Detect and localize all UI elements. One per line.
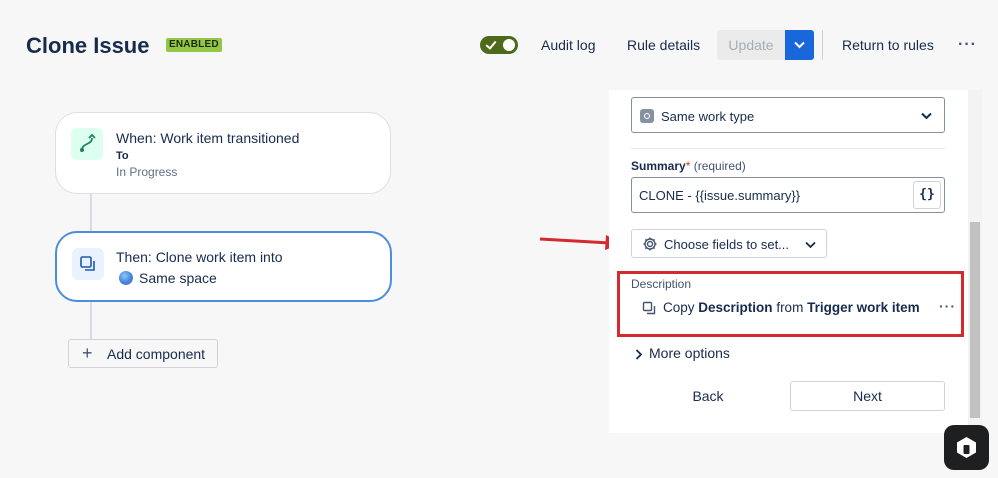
flow-connector bbox=[90, 301, 92, 340]
work-type-select[interactable]: Same work type bbox=[631, 97, 945, 133]
chevron-right-icon bbox=[635, 349, 643, 360]
back-button[interactable]: Back bbox=[669, 381, 747, 411]
chevron-down-icon bbox=[794, 41, 805, 49]
gear-icon bbox=[643, 237, 657, 251]
trigger-card[interactable]: When: Work item transitioned To In Progr… bbox=[55, 112, 391, 194]
summary-label: Summary* (required) bbox=[631, 159, 746, 173]
section-divider bbox=[631, 148, 945, 149]
choose-fields-label: Choose fields to set... bbox=[664, 237, 790, 252]
component-config-panel: Same work type Summary* (required) CLONE… bbox=[609, 90, 968, 433]
clone-icon bbox=[72, 248, 104, 280]
trigger-title: When: Work item transitioned bbox=[116, 130, 300, 146]
copy-icon bbox=[642, 301, 656, 315]
assistant-logo-icon bbox=[957, 437, 976, 458]
more-actions-icon[interactable]: ··· bbox=[958, 36, 977, 54]
toggle-knob bbox=[503, 39, 515, 51]
work-type-icon bbox=[640, 109, 654, 123]
summary-field[interactable]: CLONE - {{issue.summary}} {} bbox=[631, 177, 945, 213]
trigger-status-value: In Progress bbox=[116, 165, 178, 179]
return-to-rules-button[interactable]: Return to rules bbox=[842, 37, 934, 53]
next-button[interactable]: Next bbox=[790, 381, 945, 411]
trigger-to-label: To bbox=[116, 150, 129, 162]
action-title: Then: Clone work item into bbox=[116, 249, 283, 265]
work-type-value: Same work type bbox=[661, 109, 755, 124]
update-dropdown-button[interactable] bbox=[785, 30, 814, 60]
smart-value-button[interactable]: {} bbox=[913, 181, 941, 209]
add-component-button[interactable]: + Add component bbox=[68, 339, 218, 368]
more-options-label: More options bbox=[649, 345, 730, 361]
header-divider bbox=[822, 30, 823, 60]
description-copy-rule[interactable]: Copy Description from Trigger work item bbox=[663, 300, 920, 315]
rule-details-button[interactable]: Rule details bbox=[627, 37, 700, 53]
chevron-down-icon bbox=[921, 112, 932, 120]
description-more-icon[interactable]: ··· bbox=[939, 298, 956, 314]
page-title: Clone Issue bbox=[26, 33, 150, 58]
help-assistant-button[interactable] bbox=[944, 425, 989, 470]
description-label: Description bbox=[631, 277, 692, 291]
chevron-down-icon bbox=[805, 241, 816, 249]
action-target: Same space bbox=[139, 270, 217, 286]
audit-log-button[interactable]: Audit log bbox=[541, 37, 595, 53]
summary-value: CLONE - {{issue.summary}} bbox=[639, 188, 801, 203]
clone-action-card[interactable]: Then: Clone work item into Same space bbox=[55, 231, 392, 302]
status-badge: ENABLED bbox=[166, 38, 222, 52]
update-button[interactable]: Update bbox=[717, 30, 785, 60]
choose-fields-button[interactable]: Choose fields to set... bbox=[631, 229, 827, 258]
space-icon bbox=[119, 271, 133, 285]
add-component-label: Add component bbox=[107, 346, 206, 362]
transition-icon bbox=[71, 128, 103, 160]
enable-toggle[interactable] bbox=[480, 36, 518, 54]
plus-icon: + bbox=[82, 343, 93, 363]
flow-connector bbox=[90, 193, 92, 233]
scrollbar-thumb[interactable] bbox=[970, 222, 980, 418]
